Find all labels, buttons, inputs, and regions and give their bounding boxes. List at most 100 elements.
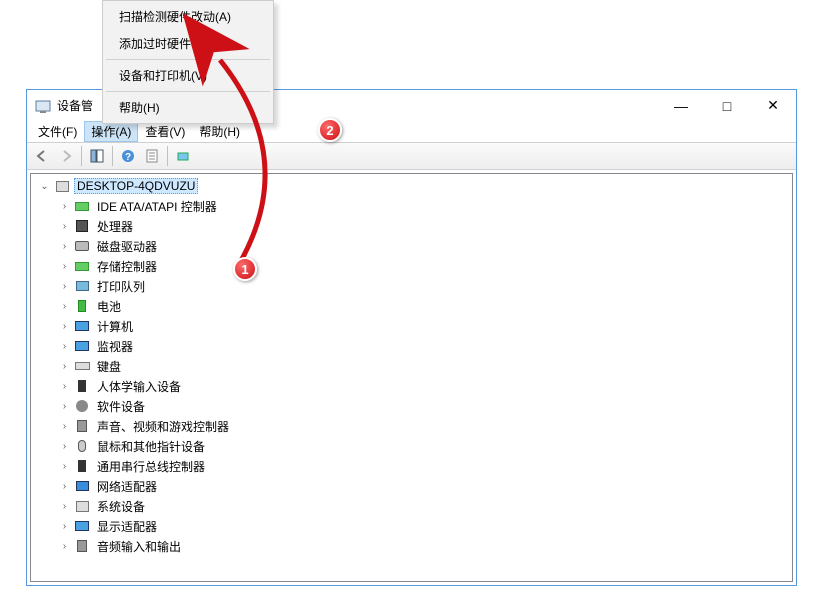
tree-item-label: 键盘 [94,358,124,375]
keyboard-icon [74,358,90,374]
tree-item-label: 软件设备 [94,398,148,415]
tree-root-label[interactable]: DESKTOP-4QDVUZU [74,178,198,194]
tree-item-label: 网络适配器 [94,478,160,495]
tree-item[interactable]: › 监视器 [31,336,792,356]
expand-icon[interactable]: › [57,381,72,392]
menu-view[interactable]: 查看(V) [138,121,192,142]
tree-item[interactable]: › 存储控制器 [31,256,792,276]
tree-item[interactable]: › 计算机 [31,316,792,336]
pc-icon [74,498,90,514]
annotation-badge-1: 1 [233,257,257,281]
expand-icon[interactable]: › [57,461,72,472]
tree-item-label: 打印队列 [94,278,148,295]
collapse-icon[interactable]: ⌄ [37,181,52,192]
expand-icon[interactable]: › [57,481,72,492]
tree-item-label: 电池 [94,298,124,315]
card-icon [74,198,90,214]
menu-file[interactable]: 文件(F) [31,121,84,142]
expand-icon[interactable]: › [57,261,72,272]
expand-icon[interactable]: › [57,301,72,312]
gear-icon [74,398,90,414]
device-manager-window: 设备管 — □ ✕ 文件(F) 操作(A) 查看(V) 帮助(H) ? ⌄ DE… [26,89,797,586]
chip-icon [74,218,90,234]
tree-item[interactable]: › 声音、视频和游戏控制器 [31,416,792,436]
expand-icon[interactable]: › [57,441,72,452]
tree-item-label: 系统设备 [94,498,148,515]
expand-icon[interactable]: › [57,501,72,512]
expand-icon[interactable]: › [57,281,72,292]
usb-icon [74,458,90,474]
expand-icon[interactable]: › [57,321,72,332]
tree-item[interactable]: › 人体学输入设备 [31,376,792,396]
tree-item[interactable]: › IDE ATA/ATAPI 控制器 [31,196,792,216]
expand-icon[interactable]: › [57,421,72,432]
tree-item[interactable]: › 鼠标和其他指针设备 [31,436,792,456]
expand-icon[interactable]: › [57,361,72,372]
menu-item-scan-hardware[interactable]: 扫描检测硬件改动(A) [105,3,271,30]
help-button[interactable]: ? [117,145,139,167]
tree-item[interactable]: ›显示适配器 [31,516,792,536]
show-hide-tree-button[interactable] [86,145,108,167]
tree-item-label: 磁盘驱动器 [94,238,160,255]
expand-icon[interactable]: › [57,201,72,212]
tree-item[interactable]: › 处理器 [31,216,792,236]
usb-icon [74,378,90,394]
card-icon [74,258,90,274]
tree-item-label: 声音、视频和游戏控制器 [94,418,232,435]
tree-item[interactable]: ›通用串行总线控制器 [31,456,792,476]
speaker-icon [74,538,90,554]
tree-item-label: 监视器 [94,338,136,355]
expand-icon[interactable]: › [57,341,72,352]
svg-text:?: ? [125,152,131,163]
menu-separator [106,91,270,92]
tree-item-label: 处理器 [94,218,136,235]
expand-icon[interactable]: › [57,521,72,532]
tree-item[interactable]: › 音频输入和输出 [31,536,792,556]
toolbar-divider [167,146,168,166]
battery-icon [74,298,90,314]
device-tree[interactable]: ⌄ DESKTOP-4QDVUZU › IDE ATA/ATAPI 控制器 › 处理器… [30,173,793,582]
tree-item[interactable]: › 软件设备 [31,396,792,416]
toolbar-divider [112,146,113,166]
menu-item-devices-and-printers[interactable]: 设备和打印机(V) [105,62,271,89]
tree-item[interactable]: › 网络适配器 [31,476,792,496]
menu-item-add-legacy-hardware[interactable]: 添加过时硬件(L) [105,30,271,57]
forward-button[interactable] [55,145,77,167]
properties-button[interactable] [141,145,163,167]
toolbar: ? [27,142,796,170]
tree-item-label: 人体学输入设备 [94,378,184,395]
tree-item-label: 存储控制器 [94,258,160,275]
speaker-icon [74,418,90,434]
expand-icon[interactable]: › [57,241,72,252]
tree-item-label: 音频输入和输出 [94,538,184,555]
monitor-icon [74,338,90,354]
tree-item[interactable]: › 系统设备 [31,496,792,516]
tree-item[interactable]: › 打印队列 [31,276,792,296]
menu-action[interactable]: 操作(A) [84,121,138,142]
menu-help[interactable]: 帮助(H) [192,121,247,142]
scan-hardware-button[interactable] [172,145,194,167]
expand-icon[interactable]: › [57,401,72,412]
expand-icon[interactable]: › [57,541,72,552]
tree-item[interactable]: › 磁盘驱动器 [31,236,792,256]
monitor-icon [74,518,90,534]
minimize-button[interactable]: — [658,90,704,121]
monitor-icon [74,318,90,334]
mouse-icon [74,438,90,454]
menu-item-help[interactable]: 帮助(H) [105,94,271,121]
printer-icon [74,278,90,294]
back-button[interactable] [31,145,53,167]
close-button[interactable]: ✕ [750,90,796,121]
window-controls: — □ ✕ [658,90,796,121]
expand-icon[interactable]: › [57,221,72,232]
pc-icon [54,178,70,194]
tree-item-label: 计算机 [94,318,136,335]
tree-item[interactable]: › 键盘 [31,356,792,376]
maximize-button[interactable]: □ [704,90,750,121]
tree-item-label: 鼠标和其他指针设备 [94,438,208,455]
app-icon [35,98,51,114]
toolbar-divider [81,146,82,166]
tree-item[interactable]: › 电池 [31,296,792,316]
tree-root[interactable]: ⌄ DESKTOP-4QDVUZU [31,176,792,196]
tree-item-label: IDE ATA/ATAPI 控制器 [94,198,220,215]
